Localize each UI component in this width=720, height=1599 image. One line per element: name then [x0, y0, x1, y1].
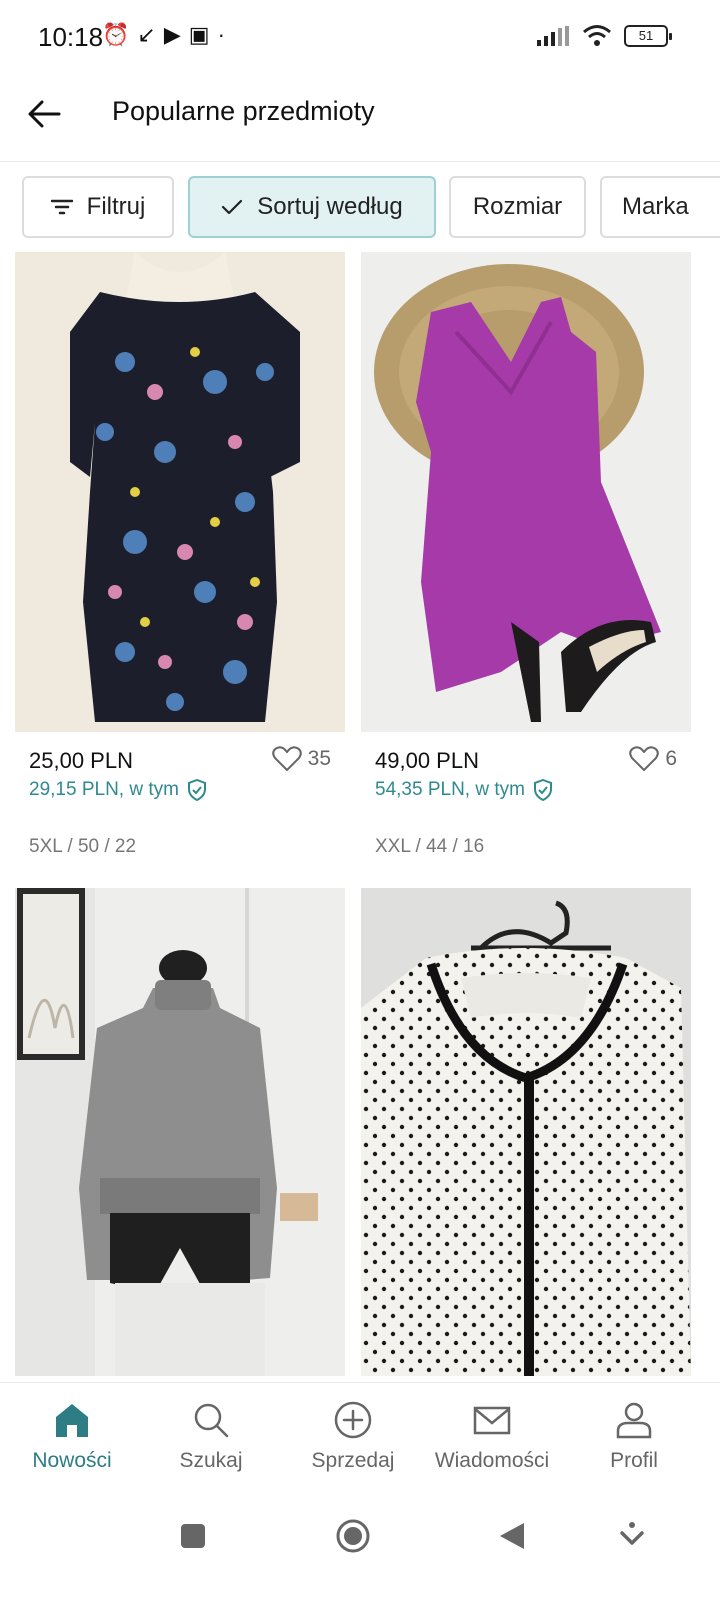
- chevron-down-icon: [620, 1522, 644, 1545]
- profile-icon: [616, 1402, 652, 1439]
- favourite-button[interactable]: 35: [271, 746, 331, 772]
- favourite-button[interactable]: 6: [629, 746, 677, 772]
- item-size: XXL / 44 / 16: [375, 836, 485, 857]
- price-with-fee-text: 29,15 PLN, w tym: [29, 779, 179, 800]
- nav-label: Wiadomości: [434, 1449, 550, 1472]
- wifi-icon: [583, 25, 611, 46]
- purple-dress-photo: [361, 252, 691, 732]
- triangle-back-icon: [500, 1523, 524, 1549]
- filter-icon: [50, 198, 73, 216]
- nav-label: Sprzedaj: [311, 1449, 395, 1472]
- status-time: 10:18: [38, 22, 104, 52]
- home-button[interactable]: [331, 1514, 375, 1558]
- heart-icon: [271, 746, 302, 771]
- sort-chip-label: Sortuj według: [257, 193, 403, 220]
- filter-bar: Filtruj Sortuj według Rozmiar Marka: [0, 172, 720, 244]
- item-image-floral-dress[interactable]: [15, 252, 345, 732]
- nav-profile[interactable]: Profil: [562, 1401, 706, 1473]
- buyer-protection-shield-icon: [187, 779, 206, 801]
- sort-chip[interactable]: Sortuj według: [188, 176, 436, 238]
- nav-messages[interactable]: Wiadomości: [420, 1401, 564, 1473]
- filter-chip[interactable]: Filtruj: [22, 176, 174, 238]
- item-size: 5XL / 50 / 22: [29, 836, 137, 857]
- recent-apps-button[interactable]: [171, 1514, 215, 1558]
- item-card-2[interactable]: 49,00 PLN 6 54,35 PLN, w tym XXL / 44 / …: [361, 252, 691, 872]
- size-chip-label: Rozmiar: [472, 193, 563, 220]
- nav-news[interactable]: Nowości: [0, 1401, 144, 1473]
- likes-count: 35: [307, 747, 331, 770]
- heart-icon: [629, 746, 660, 771]
- check-icon: [221, 198, 243, 216]
- back-arrow-icon: [28, 100, 61, 128]
- mail-icon: [473, 1406, 511, 1435]
- system-indicators: 51: [536, 24, 672, 48]
- youtube-icon: ▶: [163, 22, 181, 47]
- bottom-navigation: Nowości Szukaj Sprzedaj Wiadomości Profi…: [0, 1382, 720, 1494]
- polka-dot-cardigan-photo: [361, 888, 691, 1376]
- price-with-fee: 54,35 PLN, w tym: [375, 779, 553, 801]
- circle-icon: [336, 1519, 370, 1553]
- system-back-button[interactable]: [490, 1514, 534, 1558]
- item-card-1[interactable]: 25,00 PLN 35 29,15 PLN, w tym 5XL / 50 /…: [15, 252, 345, 872]
- filter-chip-label: Filtruj: [86, 193, 146, 220]
- back-button[interactable]: [22, 92, 66, 136]
- nav-label: Nowości: [32, 1449, 112, 1472]
- status-bar: 10:18 ⏰ ↙ ▶ ▣ · 51: [0, 0, 720, 76]
- app-notification-icon: ▣: [188, 22, 210, 47]
- nav-search[interactable]: Szukaj: [139, 1401, 283, 1473]
- missed-call-icon: ↙: [137, 22, 156, 47]
- system-navigation-bar: [0, 1494, 720, 1599]
- alarm-icon: ⏰: [102, 22, 130, 47]
- likes-count: 6: [665, 747, 677, 770]
- size-chip[interactable]: Rozmiar: [449, 176, 586, 238]
- plus-circle-icon: [334, 1401, 372, 1439]
- item-card-3[interactable]: [15, 888, 345, 1378]
- item-image-grey-sweater[interactable]: [15, 888, 345, 1376]
- item-card-4[interactable]: [361, 888, 691, 1378]
- battery-icon: 51: [624, 25, 672, 47]
- item-image-purple-dress[interactable]: [361, 252, 691, 732]
- item-price: 25,00 PLN: [29, 748, 133, 773]
- buyer-protection-shield-icon: [533, 779, 552, 801]
- page-title: Popularne przedmioty: [112, 96, 375, 126]
- nav-sell[interactable]: Sprzedaj: [281, 1401, 425, 1473]
- price-with-fee: 29,15 PLN, w tym: [29, 779, 207, 801]
- floral-dress-photo: [15, 252, 345, 732]
- search-icon: [194, 1403, 229, 1438]
- top-app-bar: Popularne przedmioty: [0, 76, 720, 162]
- brand-chip[interactable]: Marka: [600, 176, 720, 238]
- more-notifications-icon: ·: [217, 22, 225, 47]
- item-image-polka-dot-cardigan[interactable]: [361, 888, 691, 1376]
- hide-navigation-button[interactable]: [610, 1514, 654, 1558]
- nav-label: Szukaj: [179, 1449, 243, 1472]
- home-icon: [56, 1404, 88, 1437]
- brand-chip-label: Marka: [622, 193, 689, 220]
- nav-label: Profil: [610, 1449, 658, 1472]
- signal-icon: [537, 26, 569, 46]
- square-icon: [181, 1524, 205, 1548]
- grey-sweater-photo: [15, 888, 345, 1376]
- notification-icons: ⏰ ↙ ▶ ▣ ·: [102, 20, 225, 50]
- price-with-fee-text: 54,35 PLN, w tym: [375, 779, 525, 800]
- item-price: 49,00 PLN: [375, 748, 479, 773]
